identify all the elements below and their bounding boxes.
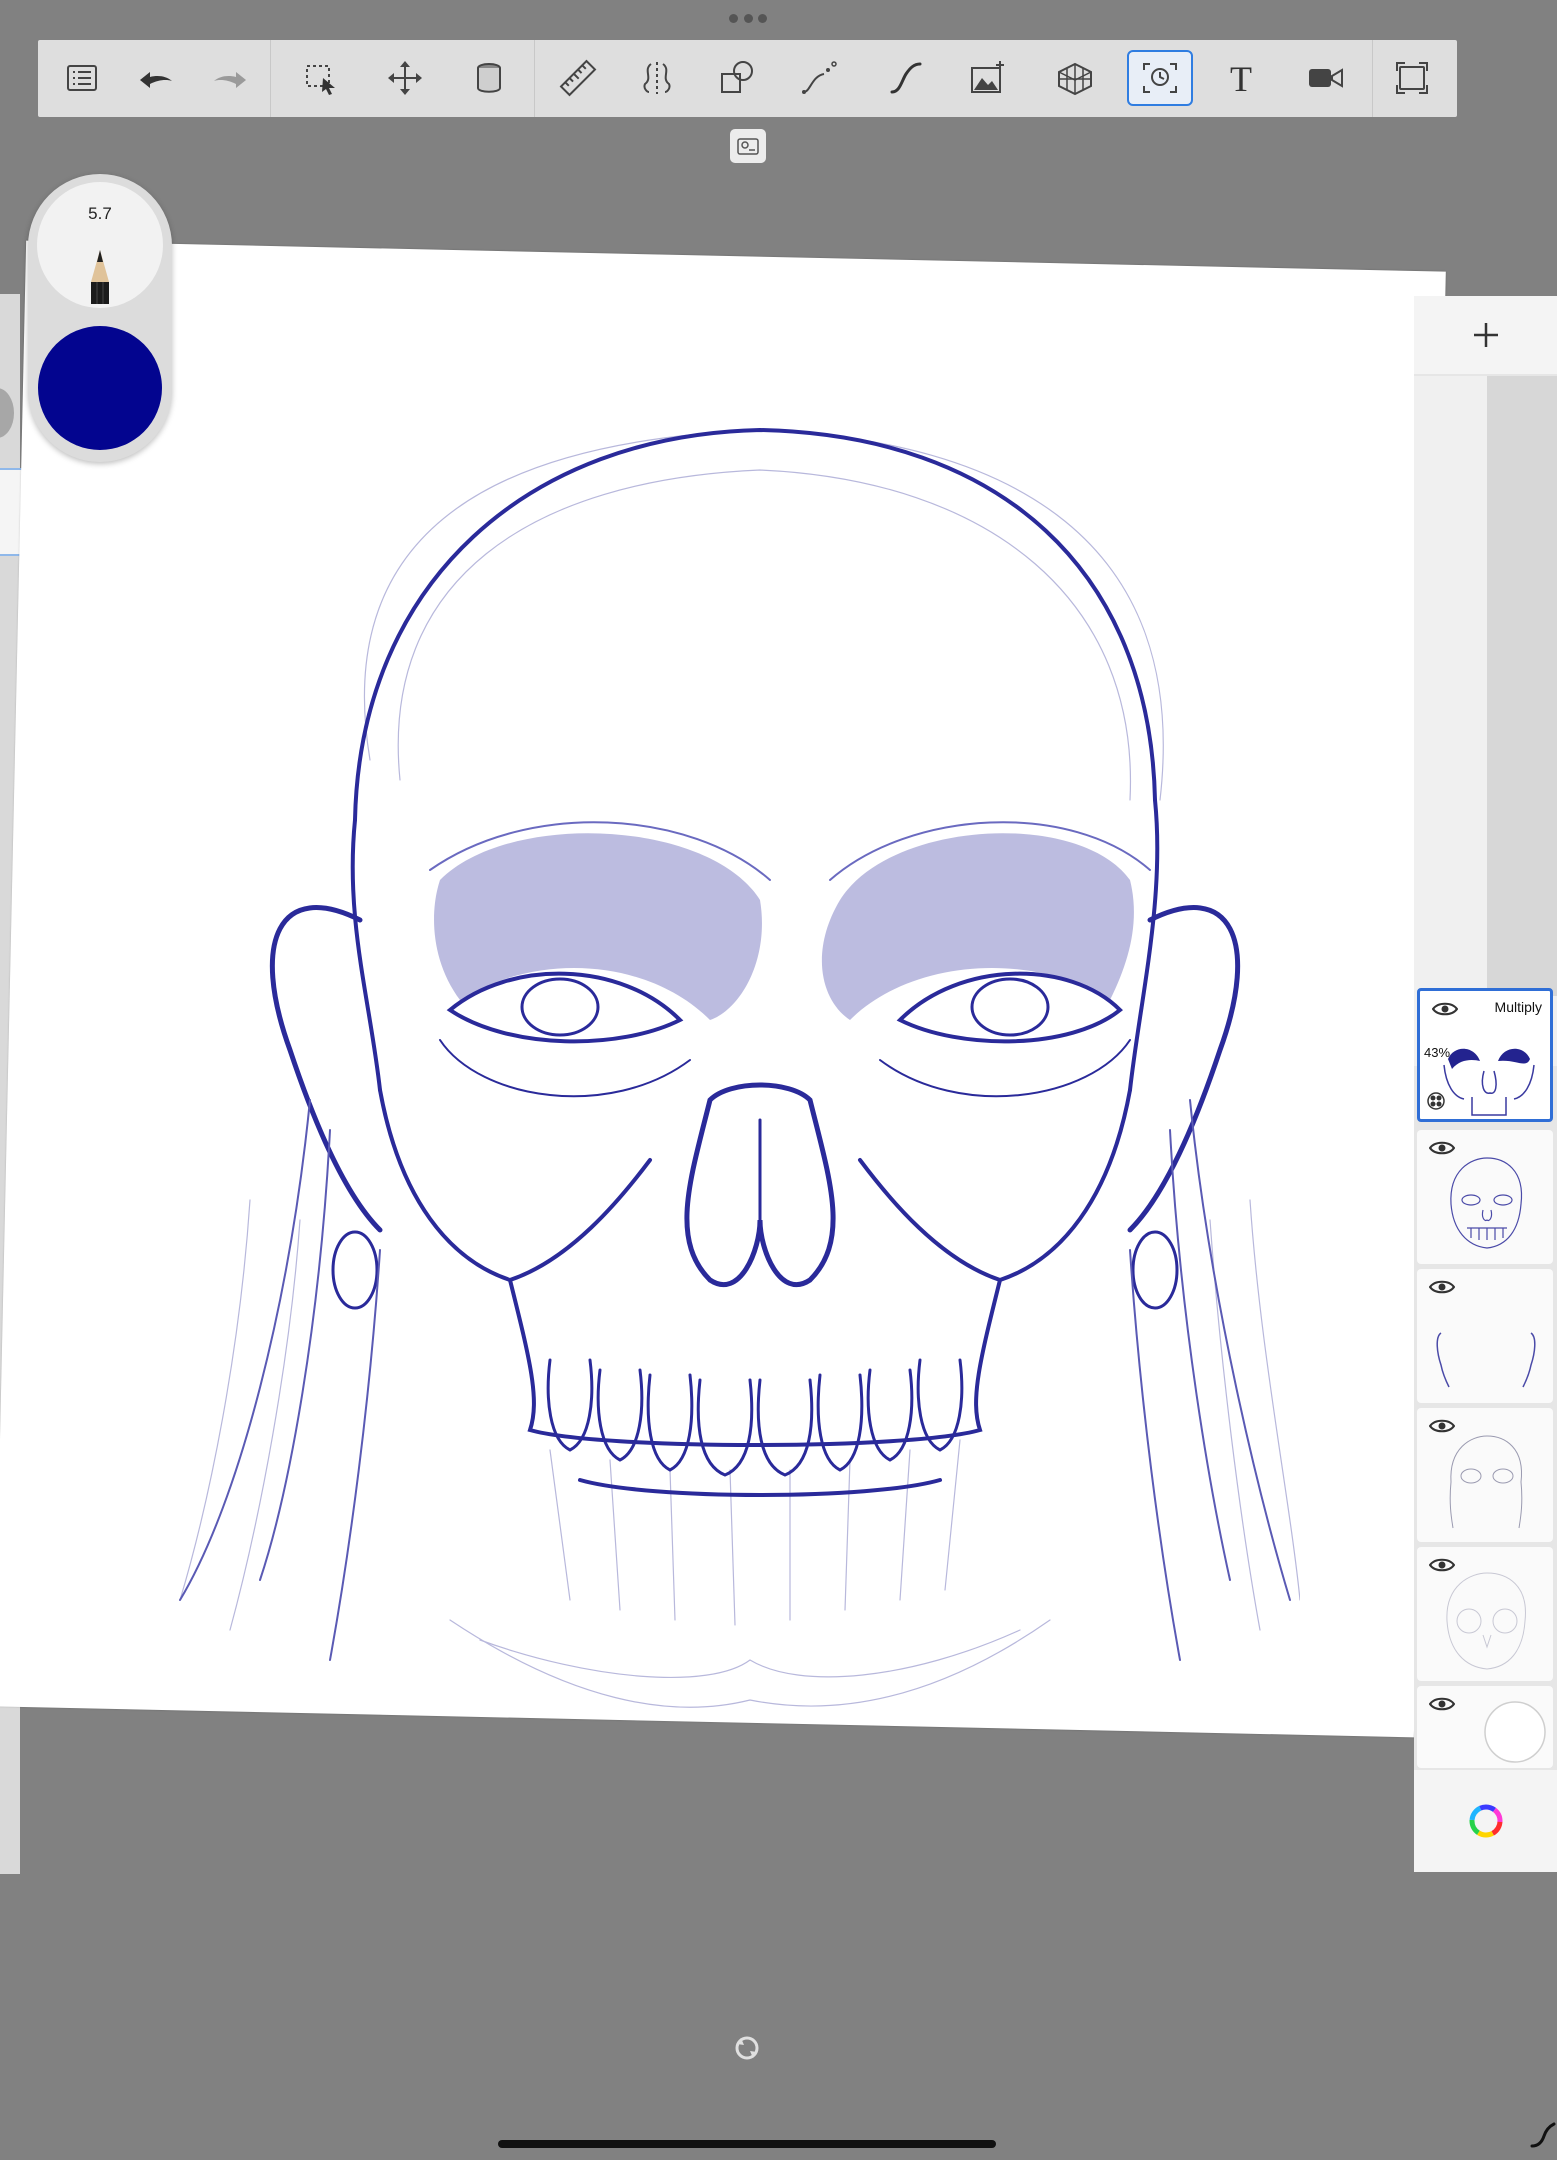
- layer-item[interactable]: [1417, 1686, 1553, 1768]
- brush-color-swatch[interactable]: [38, 326, 162, 450]
- perspective-grid-icon[interactable]: [1042, 50, 1108, 106]
- layers-panel: Multiply 43%: [1414, 296, 1557, 1872]
- svg-text:T: T: [1230, 59, 1252, 98]
- plus-icon: [1473, 323, 1498, 347]
- video-record-icon[interactable]: [1293, 50, 1359, 106]
- ruler-icon[interactable]: [545, 50, 611, 106]
- reset-rotation-icon[interactable]: [733, 2034, 761, 2062]
- layer-thumbnail: [1446, 1572, 1526, 1670]
- redo-icon[interactable]: [197, 50, 263, 106]
- selection-icon[interactable]: [288, 50, 354, 106]
- layer-item[interactable]: Multiply 43%: [1417, 988, 1553, 1122]
- layer-thumbnail: [1443, 1048, 1535, 1116]
- text-icon[interactable]: T: [1208, 50, 1274, 106]
- layer-item[interactable]: [1417, 1130, 1553, 1264]
- layer-thumbnail: [1450, 1157, 1523, 1249]
- add-layer-button[interactable]: [1414, 296, 1557, 374]
- layer-thumbnail: [1436, 1332, 1536, 1388]
- main-toolbar: T: [38, 40, 1457, 117]
- shapes-icon[interactable]: [704, 50, 770, 106]
- layer-item[interactable]: [1417, 1408, 1553, 1542]
- color-wheel-button[interactable]: [1414, 1770, 1557, 1872]
- time-lapse-icon[interactable]: [1127, 50, 1193, 106]
- layer-item[interactable]: [1417, 1547, 1553, 1681]
- undo-icon[interactable]: [123, 50, 189, 106]
- brush-size-control[interactable]: 5.7: [37, 182, 163, 308]
- fullscreen-icon[interactable]: [1379, 50, 1445, 106]
- layer-preview-area: [1414, 376, 1557, 1066]
- background-color-swatch[interactable]: [1483, 1700, 1547, 1764]
- brush-size-value: 5.7: [88, 204, 112, 223]
- pencil-icon: [91, 250, 109, 304]
- stroke-icon[interactable]: [873, 50, 939, 106]
- eye-icon[interactable]: [1429, 1696, 1455, 1712]
- curve-icon[interactable]: [787, 50, 853, 106]
- toolbar-drag-handle[interactable]: [729, 14, 767, 24]
- layer-item[interactable]: [1417, 1269, 1553, 1403]
- menu-list-icon[interactable]: [49, 50, 115, 106]
- time-lapse-submenu-icon[interactable]: [730, 129, 766, 163]
- add-image-icon[interactable]: [955, 50, 1021, 106]
- pencil-hover-icon: [1530, 2122, 1556, 2148]
- color-wheel-icon: [1469, 1804, 1502, 1838]
- home-indicator[interactable]: [498, 2140, 996, 2148]
- skull-drawing: [179, 427, 1300, 1708]
- layer-thumbnail: [1449, 1435, 1523, 1529]
- symmetry-icon[interactable]: [624, 50, 690, 106]
- reference-icon: [1427, 1092, 1445, 1110]
- brush-puck[interactable]: 5.7: [28, 174, 172, 462]
- fill-bucket-icon[interactable]: [456, 50, 522, 106]
- transform-icon[interactable]: [372, 50, 438, 106]
- layer-blend-mode: Multiply: [1494, 999, 1542, 1015]
